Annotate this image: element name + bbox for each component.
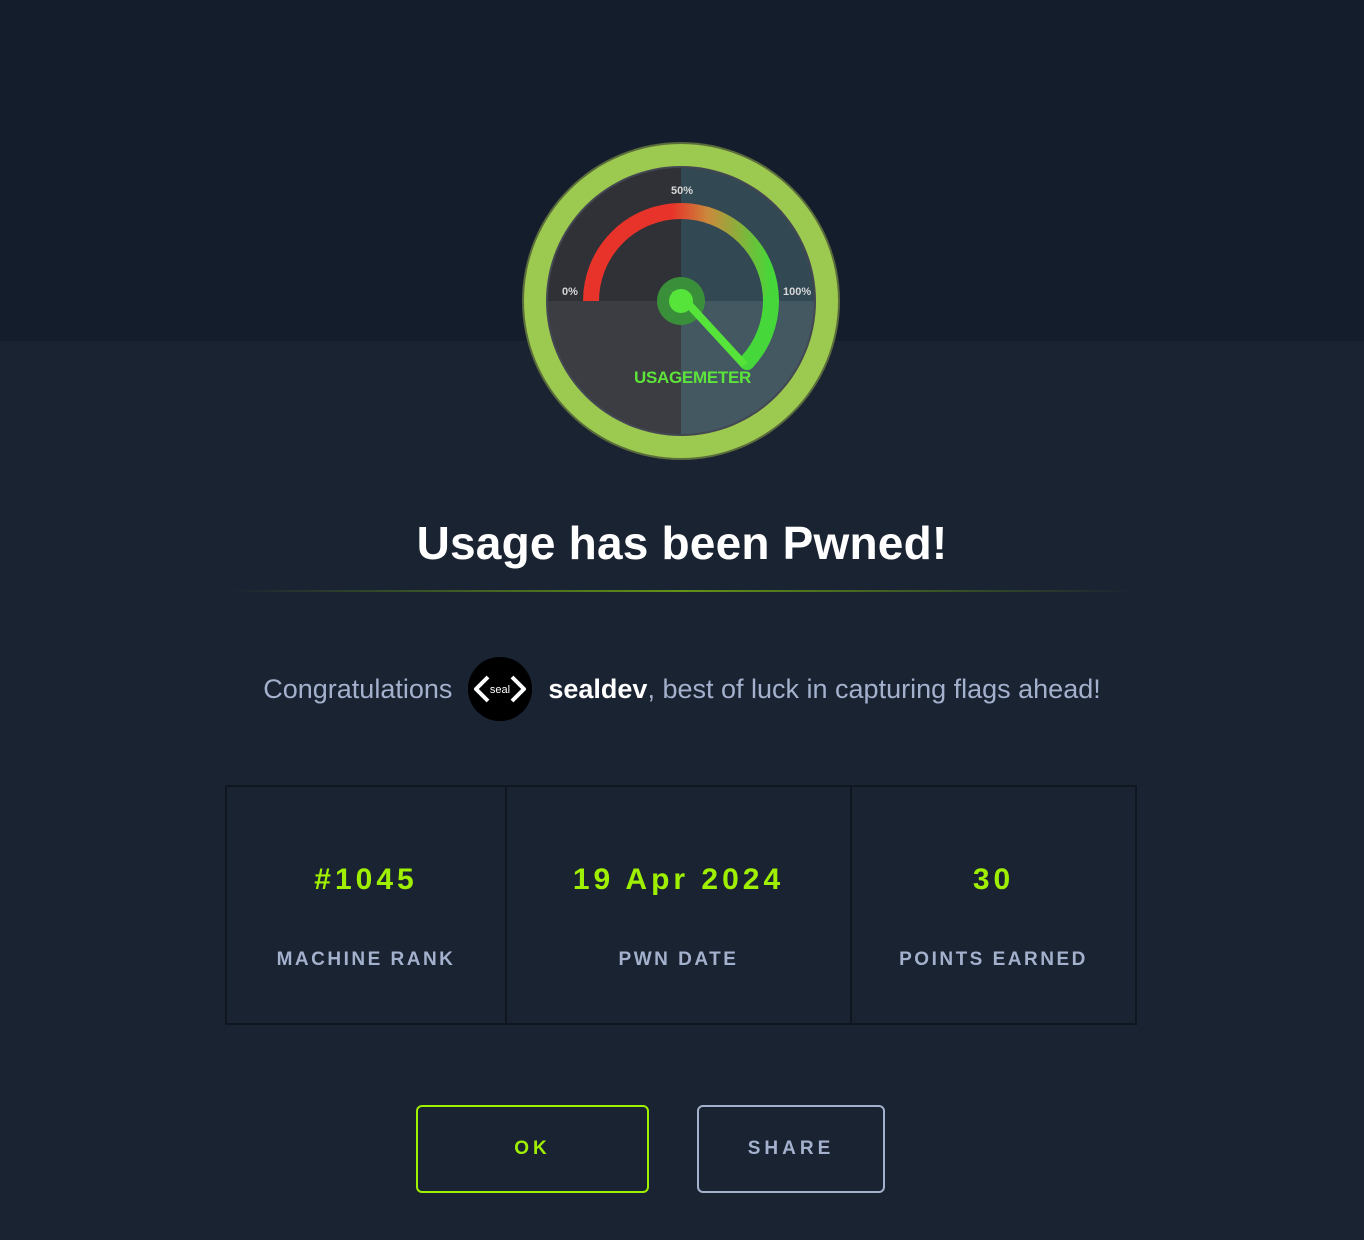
pwned-dialog: 0% 50% 100% USAGEMETER Usage has been Pw… bbox=[0, 0, 1364, 1240]
stat-machine-rank: #1045 MACHINE RANK bbox=[227, 787, 507, 1023]
stat-label: POINTS EARNED bbox=[899, 949, 1088, 970]
stat-pwn-date: 19 Apr 2024 PWN DATE bbox=[507, 787, 852, 1023]
stat-points-earned: 30 POINTS EARNED bbox=[852, 787, 1135, 1023]
gauge-label-half: 50% bbox=[671, 185, 694, 197]
stat-value: 30 bbox=[972, 863, 1015, 896]
congrats-suffix: , best of luck in capturing flags ahead! bbox=[647, 673, 1101, 704]
usage-meter-brand-text: USAGEMETER bbox=[634, 368, 751, 387]
stat-value: #1045 bbox=[314, 863, 418, 896]
congratulations-message: Congratulations seal sealdev , best of l… bbox=[0, 656, 1364, 722]
congrats-prefix: Congratulations bbox=[263, 673, 453, 704]
title-divider bbox=[230, 590, 1134, 592]
username[interactable]: sealdev bbox=[548, 674, 647, 705]
stat-value: 19 Apr 2024 bbox=[572, 863, 785, 896]
stat-label: PWN DATE bbox=[618, 949, 739, 970]
avatar: seal bbox=[468, 657, 533, 721]
page-title: Usage has been Pwned! bbox=[416, 517, 948, 569]
gauge-label-full: 100% bbox=[783, 286, 812, 298]
stat-label: MACHINE RANK bbox=[276, 949, 456, 970]
stats-grid: #1045 MACHINE RANK 19 Apr 2024 PWN DATE … bbox=[225, 785, 1137, 1025]
ok-button[interactable]: OK bbox=[416, 1105, 649, 1193]
avatar-text: seal bbox=[490, 684, 510, 696]
gauge-label-zero: 0% bbox=[562, 286, 578, 298]
share-button[interactable]: SHARE bbox=[697, 1105, 885, 1193]
